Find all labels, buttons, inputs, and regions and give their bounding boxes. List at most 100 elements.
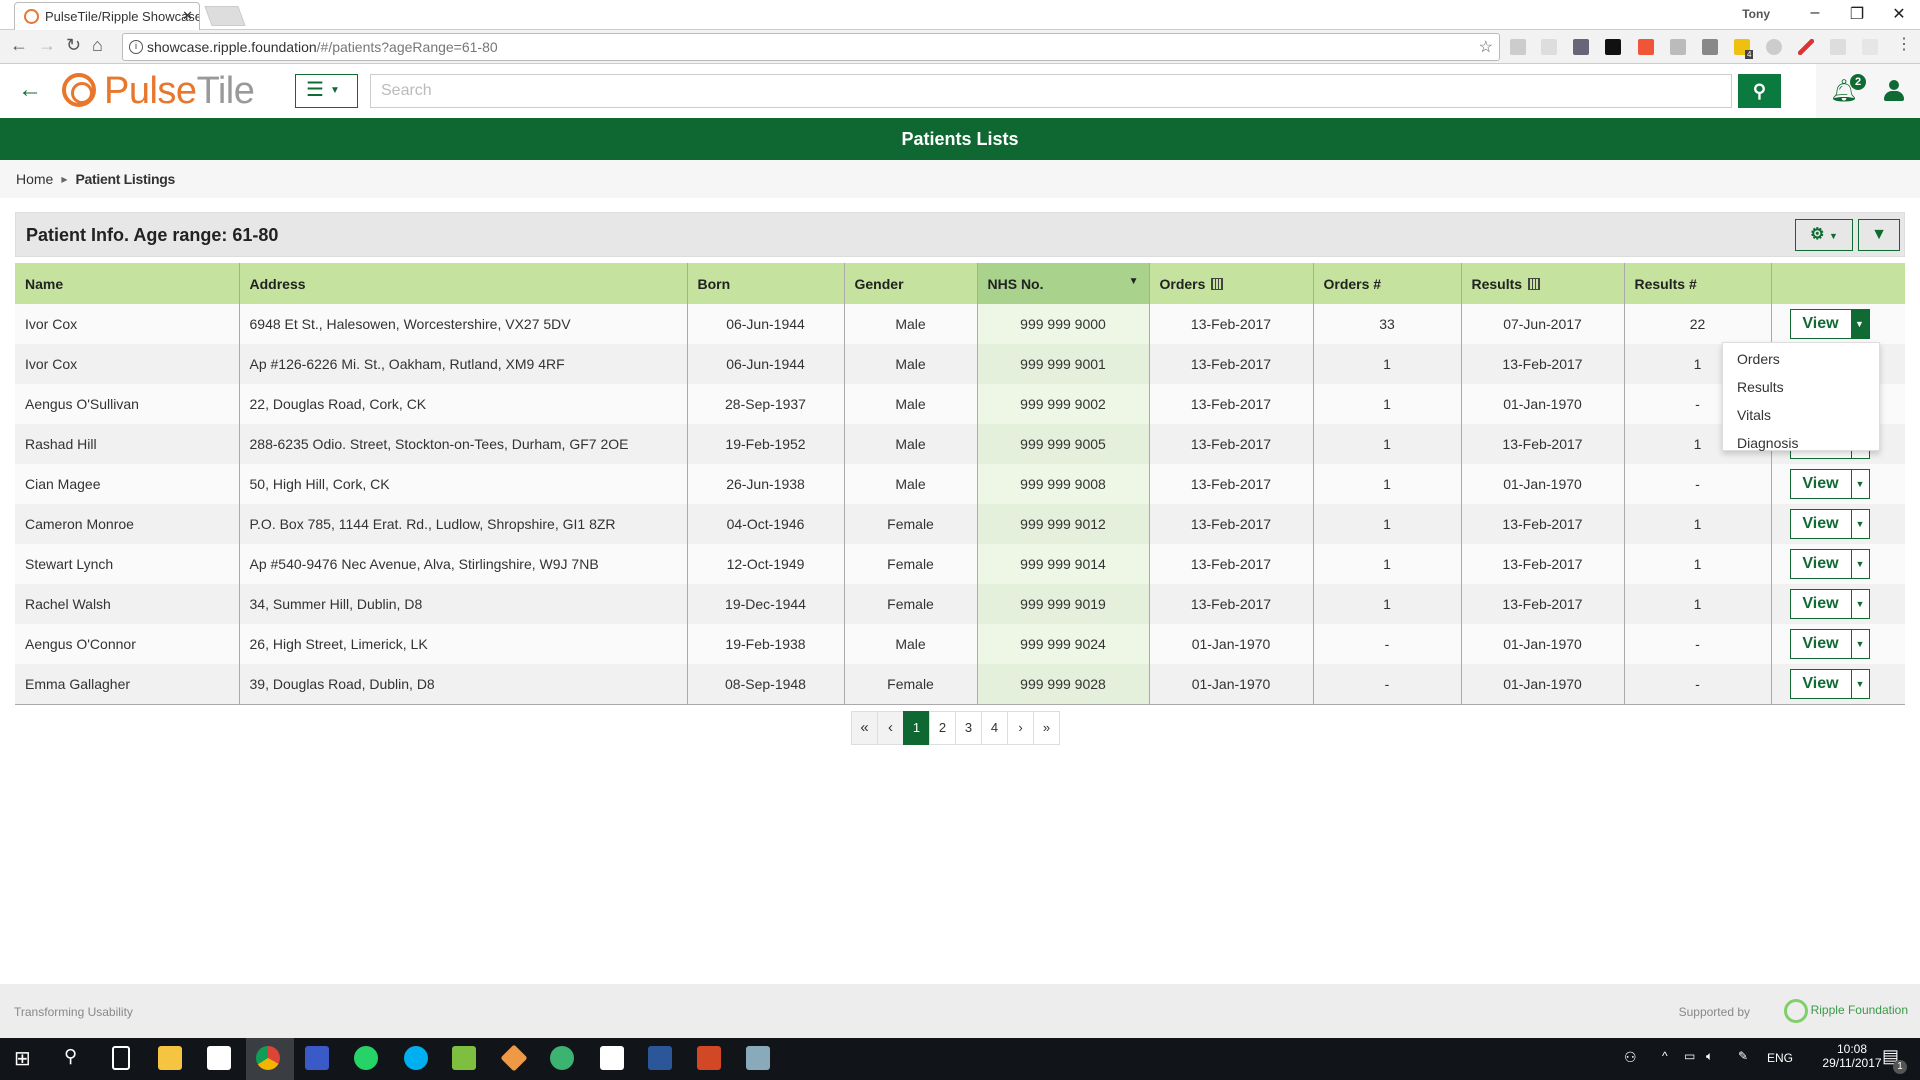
dropdown-item-results[interactable]: Results <box>1723 374 1879 402</box>
extension-icon[interactable] <box>1702 39 1718 55</box>
browser-tab[interactable]: PulseTile/Ripple Showcase ✕ <box>14 2 200 30</box>
dropdown-item-vitals[interactable]: Vitals <box>1723 402 1879 430</box>
search-icon[interactable]: ⚲ <box>64 1046 77 1067</box>
view-button[interactable]: View <box>1790 590 1851 618</box>
view-dropdown-toggle[interactable]: ▼ <box>1850 510 1869 538</box>
page-4-button[interactable]: 4 <box>981 711 1008 745</box>
browser-user[interactable]: Tony <box>1742 7 1770 21</box>
reload-icon[interactable]: ↻ <box>66 35 81 56</box>
home-icon[interactable]: ⌂ <box>92 35 103 56</box>
view-button[interactable]: View <box>1790 669 1851 698</box>
back-nav-icon[interactable]: ← <box>10 35 28 56</box>
column-header-name[interactable]: Name <box>15 263 239 304</box>
volume-icon[interactable]: 🔈︎ <box>1706 1049 1713 1064</box>
file-explorer-icon[interactable] <box>158 1046 182 1070</box>
task-view-icon[interactable] <box>112 1046 130 1070</box>
next-page-button[interactable]: › <box>1007 711 1034 745</box>
extension-icon[interactable] <box>1830 39 1846 55</box>
word-icon[interactable] <box>648 1046 672 1070</box>
pen-tray-icon[interactable]: ✎ <box>1738 1049 1748 1063</box>
network-app-icon[interactable] <box>305 1046 329 1070</box>
view-button[interactable]: View <box>1790 630 1851 658</box>
table-row[interactable]: Aengus O'Connor 26, High Street, Limerick… <box>15 624 1905 664</box>
dropdown-item-orders[interactable]: Orders <box>1723 346 1879 374</box>
main-menu-button[interactable]: ☰ ▼ <box>295 74 358 108</box>
search-input[interactable] <box>370 74 1732 108</box>
ripple-foundation-logo[interactable]: Ripple Foundation <box>1783 996 1908 1024</box>
table-row[interactable]: Cameron Monroe P.O. Box 785, 1144 Erat. R… <box>15 504 1905 544</box>
page-2-button[interactable]: 2 <box>929 711 956 745</box>
back-arrow-icon[interactable]: ← <box>18 76 42 104</box>
view-dropdown-toggle[interactable]: ▼ <box>1850 470 1869 498</box>
git-icon[interactable] <box>500 1044 528 1072</box>
filter-button[interactable]: ▼ <box>1858 219 1900 251</box>
photos-icon[interactable] <box>600 1046 624 1070</box>
last-page-button[interactable]: » <box>1033 711 1060 745</box>
store-icon[interactable] <box>207 1046 231 1070</box>
view-dropdown-toggle[interactable]: ▼ <box>1850 550 1869 578</box>
breadcrumb-home[interactable]: Home <box>16 171 53 187</box>
clock[interactable]: 10:08 29/11/2017 <box>1820 1042 1884 1070</box>
page-1-button[interactable]: 1 <box>903 711 930 745</box>
column-header-orders[interactable]: Orders <box>1148 263 1313 304</box>
bookmark-star-icon[interactable]: ☆ <box>1479 37 1493 57</box>
recycle-extension-icon[interactable] <box>1573 39 1589 55</box>
url-input[interactable]: i showcase.ripple.foundation/#/patients?… <box>122 33 1500 61</box>
view-button[interactable]: View <box>1790 510 1851 538</box>
browser-menu-icon[interactable]: ⋮ <box>1896 34 1912 54</box>
notepad-icon[interactable] <box>452 1046 476 1070</box>
table-row[interactable]: Ivor Cox 6948 Et St., Halesowen, Worceste… <box>15 304 1905 344</box>
minimize-icon[interactable]: – <box>1800 4 1830 22</box>
people-icon[interactable]: ⚇ <box>1624 1049 1637 1066</box>
dropdown-item-diagnosis[interactable]: Diagnosis <box>1723 430 1879 458</box>
whatsapp-icon[interactable] <box>354 1046 378 1070</box>
plus-extension-icon[interactable] <box>1638 39 1654 55</box>
pulsetile-logo[interactable]: PulseTile <box>62 70 255 113</box>
column-header-born[interactable]: Born <box>686 263 844 304</box>
close-tab-icon[interactable]: ✕ <box>182 8 193 24</box>
view-dropdown-toggle[interactable]: ▼ <box>1850 669 1869 698</box>
network-tray-icon[interactable]: ▭ <box>1684 1049 1695 1063</box>
view-dropdown-toggle[interactable]: ▼ <box>1850 310 1869 338</box>
skype-extension-icon[interactable] <box>1766 39 1782 55</box>
language-indicator[interactable]: ENG <box>1767 1051 1793 1065</box>
user-profile-icon[interactable] <box>1884 80 1904 102</box>
view-button[interactable]: View <box>1790 550 1851 578</box>
view-dropdown-toggle[interactable]: ▼ <box>1850 590 1869 618</box>
sort-caret-icon[interactable]: ▼ <box>1129 276 1139 287</box>
windows-start-icon[interactable]: ⊞ <box>14 1046 31 1071</box>
pen-extension-icon[interactable] <box>1798 39 1814 55</box>
info-icon[interactable]: i <box>129 40 143 54</box>
new-tab-button[interactable] <box>204 6 246 26</box>
view-button[interactable]: View <box>1790 310 1851 338</box>
atom-extension-icon[interactable] <box>1862 39 1878 55</box>
column-header-orders-count[interactable]: Orders # <box>1312 263 1461 304</box>
table-row[interactable]: Emma Gallagher 39, Douglas Road, Dublin, … <box>15 664 1905 705</box>
extension-icon[interactable] <box>1670 39 1686 55</box>
prev-page-button[interactable]: ‹ <box>877 711 904 745</box>
table-row[interactable]: Cian Magee 50, High Hill, Cork, CK 26-Jun-… <box>15 464 1905 504</box>
table-row[interactable]: Rachel Walsh 34, Summer Hill, Dublin, D8 1… <box>15 584 1905 624</box>
view-dropdown-toggle[interactable]: ▼ <box>1850 630 1869 658</box>
column-header-results[interactable]: Results <box>1460 263 1624 304</box>
settings-button[interactable]: ⚙ ▼ <box>1795 219 1853 251</box>
chrome-icon[interactable] <box>256 1046 280 1070</box>
extension-icon[interactable] <box>1541 39 1557 55</box>
column-header-gender[interactable]: Gender <box>843 263 977 304</box>
page-3-button[interactable]: 3 <box>955 711 982 745</box>
paint-icon[interactable] <box>746 1046 770 1070</box>
table-row[interactable]: Ivor Cox Ap #126-6226 Mi. St., Oakham, Ru… <box>15 344 1905 384</box>
skype-icon[interactable] <box>404 1046 428 1070</box>
tray-chevron-icon[interactable]: ^ <box>1662 1049 1668 1063</box>
forward-nav-icon[interactable]: → <box>38 35 56 56</box>
column-header-results-count[interactable]: Results # <box>1623 263 1771 304</box>
grid-extension-icon[interactable] <box>1605 39 1621 55</box>
view-button[interactable]: View <box>1790 470 1851 498</box>
column-header-address[interactable]: Address <box>238 263 687 304</box>
table-row[interactable]: Rashad Hill 288-6235 Odio. Street, Stockt… <box>15 424 1905 464</box>
restore-icon[interactable]: ❐ <box>1842 4 1872 24</box>
extension-icon[interactable] <box>1510 39 1526 55</box>
table-row[interactable]: Stewart Lynch Ap #540-9476 Nec Avenue, Al… <box>15 544 1905 584</box>
column-header-nhs-no[interactable]: NHS No. ▼ <box>976 263 1149 304</box>
close-window-icon[interactable]: ✕ <box>1884 4 1914 24</box>
